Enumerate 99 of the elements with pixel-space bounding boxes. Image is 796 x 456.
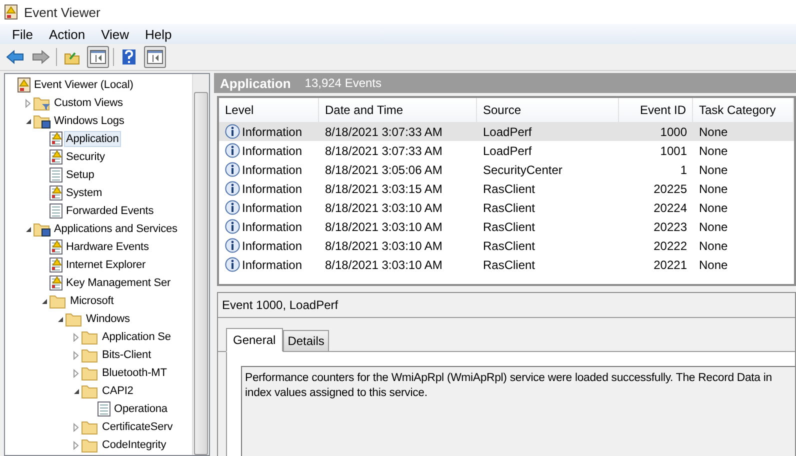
folder-icon [65,312,83,326]
event-count: 13,924 Events [304,76,382,90]
folder-icon [81,420,99,434]
tree-item[interactable]: Operationa [112,401,170,417]
column-header[interactable]: Date and Time [319,98,477,122]
column-header[interactable]: Source [477,98,619,122]
log-title: Application [220,76,291,90]
folder-icon [81,348,99,362]
folder-icon [81,366,99,380]
tab[interactable]: General [226,328,283,352]
event-log-icon [49,257,63,273]
folder-icon [81,330,99,344]
tree-item[interactable]: Setup [64,167,96,183]
table-cell: Information [242,258,302,272]
collapse-arrow-icon[interactable] [72,388,80,394]
tree-item[interactable]: Bits-Client [100,347,154,363]
window-title: Event Viewer [24,4,100,20]
pane-button[interactable] [144,46,166,68]
pane-button[interactable] [87,46,109,68]
menu-item[interactable]: File [4,26,41,42]
tree-item[interactable]: Windows Logs [52,113,126,129]
collapse-arrow-icon[interactable] [56,316,64,322]
expand-arrow-icon[interactable] [73,368,79,378]
folder-icon [49,294,67,308]
tree-item[interactable]: Application [64,131,121,147]
column-header[interactable]: Event ID [619,98,693,122]
tree-item[interactable]: Application Se [100,329,173,345]
table-cell: 1000 [619,122,693,141]
collapse-arrow-icon[interactable] [24,226,32,232]
info-icon [225,162,240,177]
event-log-icon [49,131,63,147]
scrollbar[interactable] [192,74,209,455]
expand-arrow-icon[interactable] [73,350,79,360]
tree-item[interactable]: CAPI2 [100,383,136,399]
table-cell: Information [242,124,302,138]
event-log-icon [49,239,63,255]
table-cell: 8/18/2021 3:07:33 AM [319,122,477,141]
table-cell: Information [242,220,302,234]
menu-item[interactable]: View [93,26,138,42]
tree-item[interactable]: Internet Explorer [64,257,148,273]
tree-item[interactable]: Hardware Events [64,239,151,255]
column-header[interactable]: Task Category [693,98,794,122]
folder-icon [64,50,80,64]
tree-item[interactable]: Applications and Services [52,221,180,237]
info-icon [225,124,240,139]
table-cell: Information [242,144,302,158]
table-cell: None [693,122,794,141]
event-log-icon [49,275,63,291]
table-cell: Information [242,182,302,196]
menu-item[interactable]: Help [137,26,180,42]
forward-arrow-icon [32,50,50,64]
expand-arrow-icon[interactable] [73,422,79,432]
table-cell: Information [242,200,302,214]
event-title: Event 1000, LoadPerf [218,293,795,318]
event-log-icon [49,185,63,201]
pane-icon [147,50,163,64]
tab[interactable]: Details [282,330,330,351]
info-icon [225,200,240,215]
collapse-arrow-icon[interactable] [24,118,32,124]
info-icon [225,219,240,234]
tree-item[interactable]: Forwarded Events [64,203,156,219]
help-icon [122,49,136,65]
log-icon [97,401,111,417]
table-cell: Information [242,238,302,252]
event-viewer-icon [17,77,31,93]
folder-icon [81,384,99,398]
tree-item[interactable]: CodeIntegrity [100,437,168,453]
log-folder-icon [33,114,51,128]
pane-icon [90,50,106,64]
menu-item[interactable]: Action [40,26,94,42]
tree-item[interactable]: Microsoft [68,293,116,309]
collapse-arrow-icon[interactable] [40,298,48,304]
expand-arrow-icon[interactable] [73,332,79,342]
tree-item[interactable]: System [64,185,104,201]
info-icon [225,143,240,158]
back-arrow-icon [6,50,24,64]
log-icon [49,167,63,183]
info-icon [225,257,240,272]
tree-item[interactable]: Event Viewer (Local) [32,77,136,93]
log-icon [49,203,63,219]
tree-item[interactable]: Key Management Ser [64,275,173,291]
folder-icon [81,438,99,452]
column-header[interactable]: Level [219,98,319,122]
tree-item[interactable]: CertificateServ [100,419,175,435]
info-icon [225,238,240,253]
expand-arrow-icon[interactable] [25,98,31,108]
tree-item[interactable]: Security [64,149,107,165]
tree-item[interactable]: Bluetooth-MT [100,365,169,381]
tree-item[interactable]: Windows [84,311,132,327]
table-cell: LoadPerf [477,122,619,141]
info-icon [225,181,240,196]
event-log-icon [49,149,63,165]
event-viewer-icon [4,4,18,20]
log-folder-icon [33,222,51,236]
event-message: Performance counters for the WmiApRpl (WmiApRpl) service were loaded successfully. The Record Data in index values assigned to this service. [241,366,795,456]
table-cell: Information [242,162,302,176]
tree-item[interactable]: Custom Views [52,95,125,111]
expand-arrow-icon[interactable] [73,440,79,450]
filter-folder-icon [33,96,51,110]
